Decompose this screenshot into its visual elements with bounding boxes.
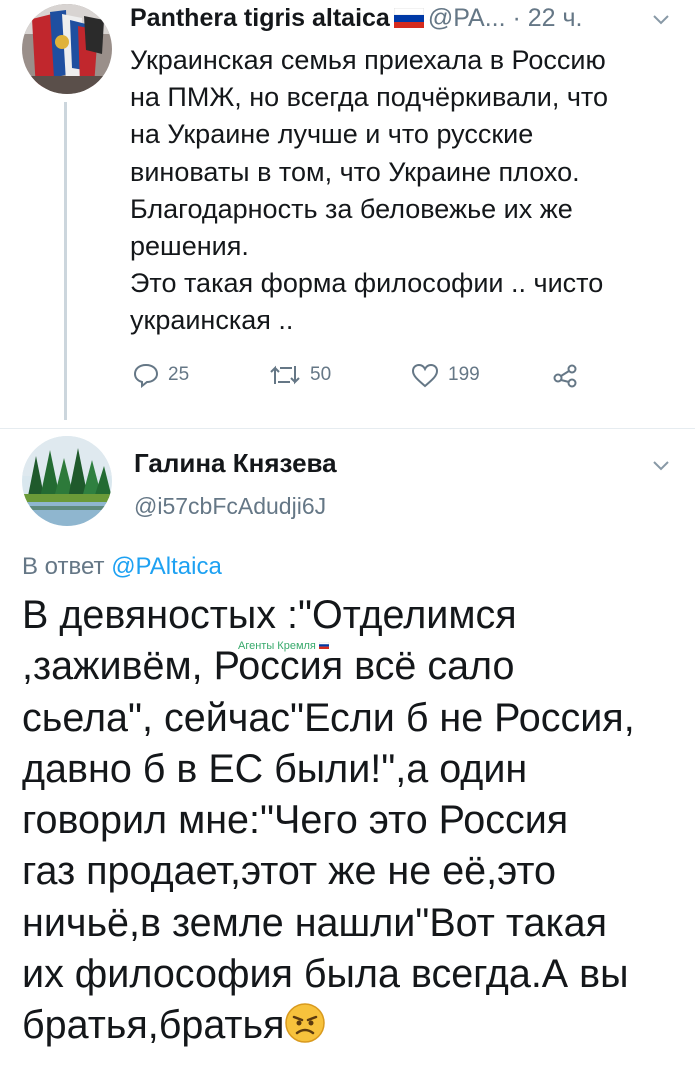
reply-line: братья,братья xyxy=(22,1003,285,1048)
tweet-line: на Украине лучше и что русские xyxy=(130,119,534,150)
chevron-down-icon[interactable] xyxy=(652,456,670,477)
watermark-text: Агенты Кремля xyxy=(238,640,316,652)
angry-face-emoji-icon xyxy=(285,1003,326,1044)
reply-to-link[interactable]: @PAltaica xyxy=(111,553,222,580)
reply-line: ,заживём, Россия всё сало xyxy=(22,644,515,689)
tweet-text: Украинская семья приехала в Россию на ПМ… xyxy=(130,42,675,340)
divider xyxy=(0,428,695,429)
reply-text: В девяностых :"Отделимся ,заживём, Росси… xyxy=(22,590,687,1052)
author-name[interactable]: Panthera tigris altaica xyxy=(130,4,390,32)
tweet-line: Это такая форма философии .. чисто xyxy=(130,268,604,299)
russian-flag-icon xyxy=(393,8,424,28)
avatar[interactable] xyxy=(22,4,112,94)
retweet-count: 50 xyxy=(310,364,332,385)
avatar[interactable] xyxy=(22,436,112,526)
author-handle[interactable]: @i57cbFcAdudji6J xyxy=(134,493,326,520)
like-action[interactable]: 199 xyxy=(410,362,480,388)
like-count: 199 xyxy=(448,364,480,385)
chevron-down-icon[interactable] xyxy=(652,10,670,31)
forest-lake-avatar xyxy=(22,436,112,526)
tweet-line: на ПМЖ, но всегда подчёркивали, что xyxy=(130,82,608,113)
tweet-line: украинская .. xyxy=(130,305,294,336)
reply-action[interactable]: 25 xyxy=(132,362,189,388)
reply-line-last: братья,братья xyxy=(22,1000,687,1051)
separator: · xyxy=(512,4,521,32)
tweet-line: Украинская семья приехала в Россию xyxy=(130,45,606,75)
author-handle[interactable]: @PA... xyxy=(428,4,506,32)
reply-line: ничьё,в земле нашли"Вот такая xyxy=(22,900,607,945)
reply-line: говорил мне:"Чего это Россия xyxy=(22,798,569,843)
retweet-icon xyxy=(270,365,300,385)
reply-prefix: В ответ xyxy=(22,553,105,580)
russian-flag-icon xyxy=(318,641,330,649)
reply-icon xyxy=(133,363,159,388)
reply-line: сьела", сейчас"Если б не Россия, xyxy=(22,695,635,740)
reply-line: давно б в ЕС были!",а один xyxy=(22,746,528,791)
share-action[interactable] xyxy=(552,362,580,388)
tweet-line: решения. xyxy=(130,231,249,262)
heart-icon xyxy=(411,363,439,388)
reply-line: газ продает,этот же не её,это xyxy=(22,849,557,894)
flags-collage-avatar xyxy=(22,4,112,94)
share-icon xyxy=(553,364,577,388)
reply-line: их философия была всегда.А вы xyxy=(22,952,629,997)
reply-line: В девяностых :"Отделимся xyxy=(22,593,517,637)
tweet-line: виноваты в том, что Украине плохо. xyxy=(130,156,580,187)
author-name[interactable]: Галина Князева xyxy=(134,448,337,479)
thread-line xyxy=(64,102,67,420)
timestamp[interactable]: 22 ч. xyxy=(528,4,583,32)
retweet-action[interactable]: 50 xyxy=(268,362,331,388)
reply-count: 25 xyxy=(168,364,190,385)
tweet-line: Благодарность за беловежье их же xyxy=(130,193,573,224)
tweet-header: Panthera tigris altaica @PA... · 22 ч. xyxy=(130,4,583,33)
reply-context: В ответ @PAltaica xyxy=(22,553,222,581)
watermark: Агенты Кремля xyxy=(238,640,330,652)
